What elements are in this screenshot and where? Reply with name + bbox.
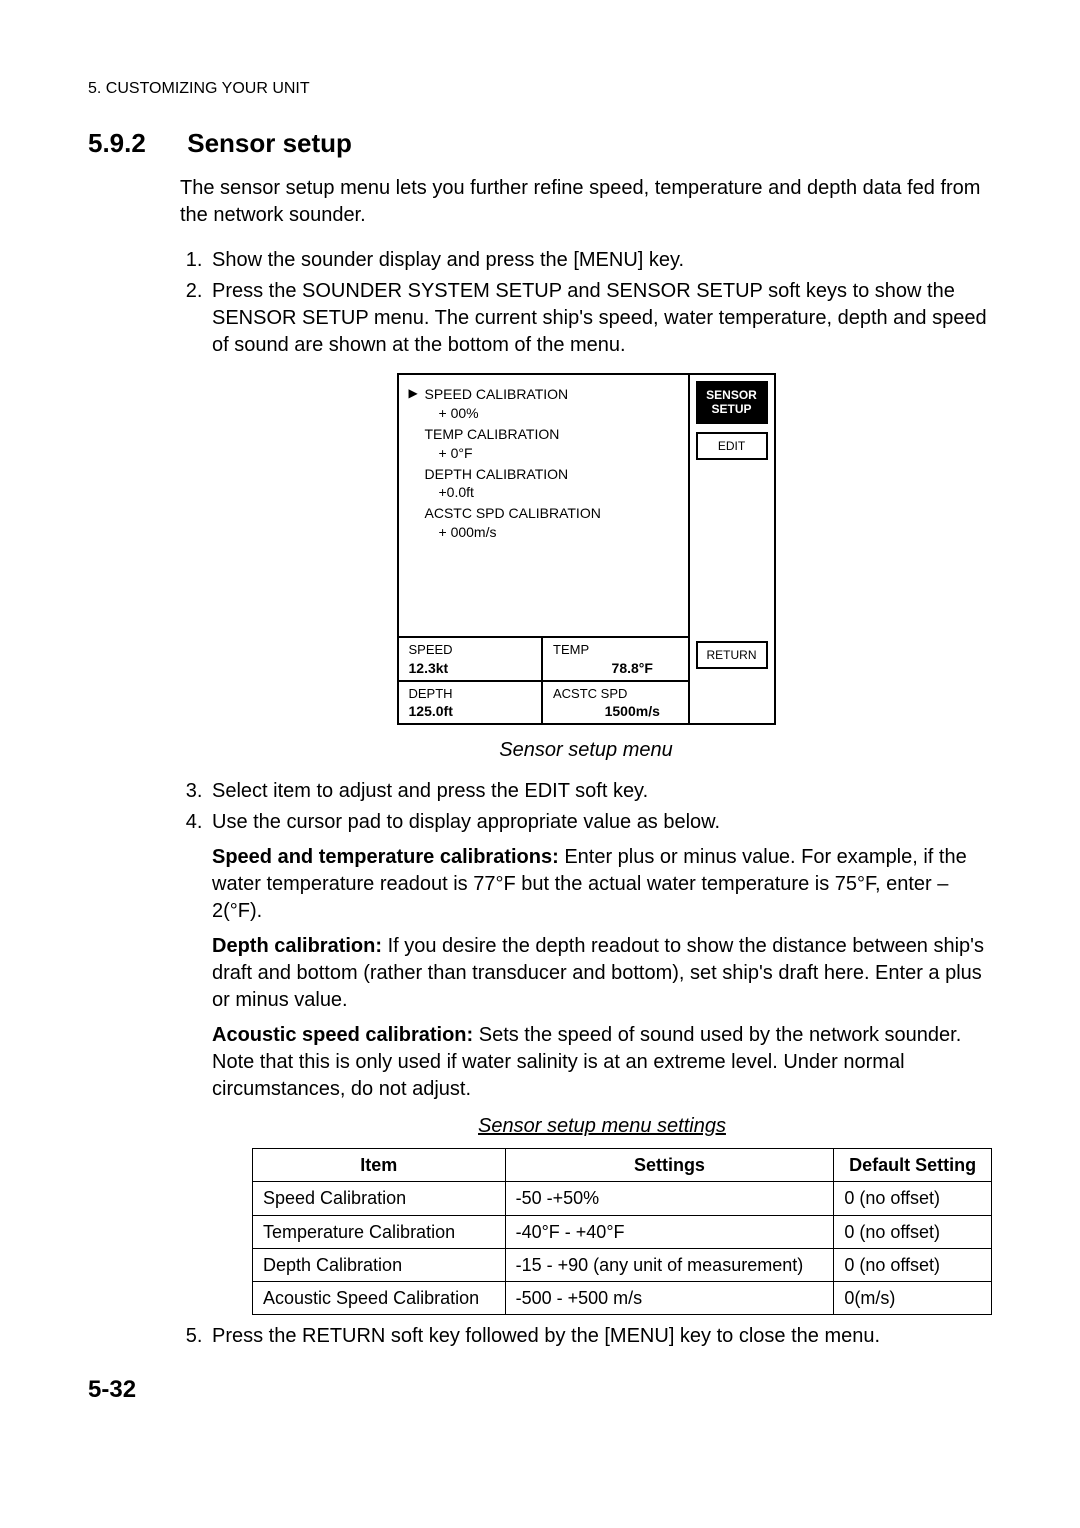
- status-label: ACSTC SPD: [553, 685, 682, 703]
- status-cell-acstc: ACSTC SPD 1500m/s: [543, 682, 688, 723]
- table-row: Acoustic Speed Calibration -500 - +500 m…: [253, 1282, 992, 1315]
- calib-label: TEMP CALIBRATION: [411, 425, 678, 444]
- para-lead: Depth calibration:: [212, 935, 382, 957]
- figure-caption: Sensor setup menu: [180, 737, 992, 764]
- softkey-return[interactable]: RETURN: [696, 641, 768, 669]
- status-value: 1500m/s: [553, 702, 682, 721]
- table-row: Depth Calibration -15 - +90 (any unit of…: [253, 1248, 992, 1281]
- th-item: Item: [253, 1149, 506, 1182]
- status-value: 125.0ft: [409, 702, 536, 721]
- td-default: 0(m/s): [834, 1282, 992, 1315]
- settings-table: Item Settings Default Setting Speed Cali…: [252, 1148, 992, 1315]
- calib-value: +0.0ft: [411, 483, 678, 502]
- td-item: Speed Calibration: [253, 1182, 506, 1215]
- status-label: TEMP: [553, 641, 682, 659]
- section-title: 5.9.2 Sensor setup: [88, 128, 992, 159]
- td-settings: -50 -+50%: [505, 1182, 834, 1215]
- td-settings: -40°F - +40°F: [505, 1215, 834, 1248]
- table-caption: Sensor setup menu settings: [212, 1113, 992, 1140]
- calib-value: + 0°F: [411, 444, 678, 463]
- status-grid: SPEED 12.3kt TEMP 78.8°F DEPTH 125.0ft: [399, 636, 688, 723]
- status-cell-depth: DEPTH 125.0ft: [399, 682, 544, 723]
- td-default: 0 (no offset): [834, 1182, 992, 1215]
- step-1: Show the sounder display and press the […: [208, 247, 992, 274]
- td-item: Depth Calibration: [253, 1248, 506, 1281]
- figure-sensor-setup: SPEED CALIBRATION + 00% TEMP CALIBRATION…: [180, 373, 992, 725]
- step-3: Select item to adjust and press the EDIT…: [208, 778, 992, 805]
- step-4-text: Use the cursor pad to display appropriat…: [212, 811, 720, 833]
- steps-list-b: Select item to adjust and press the EDIT…: [180, 778, 992, 1350]
- para-lead: Speed and temperature calibrations:: [212, 846, 559, 868]
- status-value: 78.8°F: [553, 659, 682, 678]
- th-settings: Settings: [505, 1149, 834, 1182]
- td-settings: -15 - +90 (any unit of measurement): [505, 1248, 834, 1281]
- calib-item-acstc: ACSTC SPD CALIBRATION + 000m/s: [411, 504, 678, 542]
- status-value: 12.3kt: [409, 659, 536, 678]
- calib-value: + 000m/s: [411, 523, 678, 542]
- para-acoustic: Acoustic speed calibration: Sets the spe…: [212, 1022, 992, 1103]
- calib-item-speed: SPEED CALIBRATION + 00%: [411, 385, 678, 423]
- screen-main-area: SPEED CALIBRATION + 00% TEMP CALIBRATION…: [399, 375, 690, 723]
- calib-label: ACSTC SPD CALIBRATION: [411, 504, 678, 523]
- section-number: 5.9.2: [88, 128, 180, 159]
- status-label: DEPTH: [409, 685, 536, 703]
- calib-label: DEPTH CALIBRATION: [411, 465, 678, 484]
- status-cell-speed: SPEED 12.3kt: [399, 638, 544, 681]
- para-speed-temp: Speed and temperature calibrations: Ente…: [212, 844, 992, 925]
- th-default: Default Setting: [834, 1149, 992, 1182]
- status-cell-temp: TEMP 78.8°F: [543, 638, 688, 681]
- softkey-column: SENSOR SETUP EDIT RETURN: [690, 375, 774, 723]
- table-row: Temperature Calibration -40°F - +40°F 0 …: [253, 1215, 992, 1248]
- table-header-row: Item Settings Default Setting: [253, 1149, 992, 1182]
- step-2: Press the SOUNDER SYSTEM SETUP and SENSO…: [208, 278, 992, 359]
- softkey-header: SENSOR SETUP: [696, 381, 768, 424]
- calib-item-depth: DEPTH CALIBRATION +0.0ft: [411, 465, 678, 503]
- status-label: SPEED: [409, 641, 536, 659]
- calib-value: + 00%: [411, 404, 678, 423]
- td-item: Temperature Calibration: [253, 1215, 506, 1248]
- para-lead: Acoustic speed calibration:: [212, 1024, 473, 1046]
- td-default: 0 (no offset): [834, 1248, 992, 1281]
- step-5: Press the RETURN soft key followed by th…: [208, 1323, 992, 1350]
- td-settings: -500 - +500 m/s: [505, 1282, 834, 1315]
- softkey-edit[interactable]: EDIT: [696, 432, 768, 460]
- para-depth: Depth calibration: If you desire the dep…: [212, 933, 992, 1014]
- td-default: 0 (no offset): [834, 1215, 992, 1248]
- page-number: 5-32: [88, 1376, 992, 1404]
- steps-list-a: Show the sounder display and press the […: [180, 247, 992, 359]
- table-row: Speed Calibration -50 -+50% 0 (no offset…: [253, 1182, 992, 1215]
- calib-item-temp: TEMP CALIBRATION + 0°F: [411, 425, 678, 463]
- intro-paragraph: The sensor setup menu lets you further r…: [180, 175, 992, 229]
- step-4: Use the cursor pad to display appropriat…: [208, 809, 992, 1315]
- calibration-list: SPEED CALIBRATION + 00% TEMP CALIBRATION…: [399, 375, 688, 636]
- td-item: Acoustic Speed Calibration: [253, 1282, 506, 1315]
- running-head: 5. CUSTOMIZING YOUR UNIT: [88, 80, 992, 98]
- calib-label: SPEED CALIBRATION: [411, 385, 678, 404]
- section-name: Sensor setup: [187, 128, 352, 158]
- device-screen: SPEED CALIBRATION + 00% TEMP CALIBRATION…: [397, 373, 776, 725]
